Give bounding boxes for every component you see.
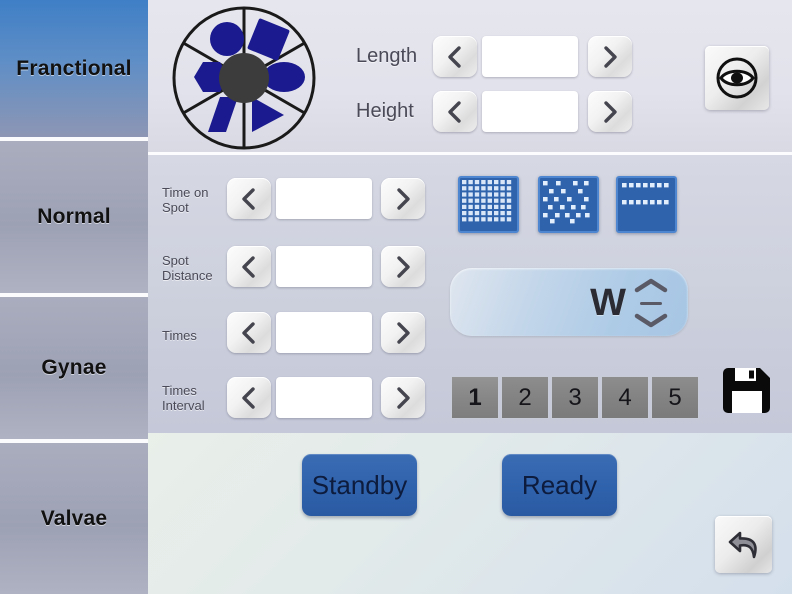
times-interval-input[interactable] bbox=[276, 377, 372, 418]
label-line-2: Distance bbox=[162, 268, 213, 283]
length-input[interactable] bbox=[482, 36, 578, 77]
height-increment-button[interactable] bbox=[588, 91, 632, 132]
two-rows-dots-icon bbox=[622, 183, 669, 205]
length-label: Length bbox=[356, 45, 418, 67]
time-on-spot-input[interactable] bbox=[276, 178, 372, 219]
preset-button-1[interactable]: 1 bbox=[451, 376, 499, 419]
preset-button-2[interactable]: 2 bbox=[501, 376, 549, 419]
times-label: Times bbox=[162, 328, 197, 343]
preset-button-3[interactable]: 3 bbox=[551, 376, 599, 419]
spot-distance-label: Spot Distance bbox=[162, 253, 213, 283]
chevron-down-icon bbox=[634, 313, 668, 328]
preset-label: 2 bbox=[518, 383, 532, 411]
label-line-1: Spot bbox=[162, 253, 189, 268]
standby-button[interactable]: Standby bbox=[302, 454, 417, 516]
length-increment-button[interactable] bbox=[588, 36, 632, 77]
times-input[interactable] bbox=[276, 312, 372, 353]
minus-icon bbox=[640, 301, 662, 305]
sidebar-item-valvae[interactable]: Valvae bbox=[0, 443, 148, 594]
wheel-shape-circle bbox=[210, 22, 244, 56]
times-interval-decrement-button[interactable] bbox=[227, 377, 271, 418]
label-line-1: Time on bbox=[162, 185, 209, 200]
times-increment-button[interactable] bbox=[381, 312, 425, 353]
sidebar-item-label: Valvae bbox=[40, 506, 108, 530]
wheel-shape-ellipse bbox=[263, 62, 305, 92]
label-line-2: Spot bbox=[162, 200, 189, 215]
eye-icon bbox=[716, 57, 758, 99]
power-unit-label: W bbox=[590, 282, 626, 324]
time-on-spot-label: Time on Spot bbox=[162, 185, 208, 215]
ready-button[interactable]: Ready bbox=[502, 454, 617, 516]
main-stage: Length Height Time on Spot Spot Distance… bbox=[148, 0, 792, 594]
preset-button-5[interactable]: 5 bbox=[651, 376, 699, 419]
time-on-spot-decrement-button[interactable] bbox=[227, 178, 271, 219]
sidebar-item-normal[interactable]: Normal bbox=[0, 141, 148, 297]
sidebar-item-label: Normal bbox=[37, 205, 111, 228]
back-button[interactable] bbox=[715, 516, 772, 573]
shape-and-size-panel: Length Height bbox=[148, 0, 792, 155]
chevron-right-icon bbox=[397, 255, 410, 278]
preset-button-4[interactable]: 4 bbox=[601, 376, 649, 419]
sidebar-item-label: Franctional bbox=[16, 56, 132, 80]
label-line-1: Times bbox=[162, 383, 197, 398]
times-interval-increment-button[interactable] bbox=[381, 377, 425, 418]
save-button[interactable] bbox=[718, 362, 776, 420]
dense-grid-icon bbox=[462, 180, 512, 222]
label-line-2: Interval bbox=[162, 398, 205, 413]
spot-distance-increment-button[interactable] bbox=[381, 246, 425, 287]
floppy-disk-icon bbox=[723, 368, 770, 413]
time-on-spot-increment-button[interactable] bbox=[381, 178, 425, 219]
height-decrement-button[interactable] bbox=[433, 91, 477, 132]
ready-label: Ready bbox=[521, 469, 598, 500]
sidebar-item-label: Gynae bbox=[41, 356, 107, 379]
machine-control-screen: Franctional Normal Gynae Valvae Length H… bbox=[0, 0, 792, 594]
shape-selector-wheel[interactable] bbox=[170, 4, 318, 152]
spot-distance-decrement-button[interactable] bbox=[227, 246, 271, 287]
mode-sidebar: Franctional Normal Gynae Valvae bbox=[0, 0, 148, 594]
chevron-left-icon bbox=[242, 255, 255, 278]
height-input[interactable] bbox=[482, 91, 578, 132]
preset-label: 3 bbox=[568, 383, 582, 411]
chevron-left-icon bbox=[448, 45, 461, 68]
preset-label: 1 bbox=[468, 383, 482, 411]
height-label: Height bbox=[356, 100, 414, 122]
standby-label: Standby bbox=[311, 469, 408, 500]
power-stepper[interactable] bbox=[632, 278, 670, 328]
times-decrement-button[interactable] bbox=[227, 312, 271, 353]
sidebar-item-franctional[interactable]: Franctional bbox=[0, 0, 148, 141]
chevron-right-icon bbox=[397, 386, 410, 409]
wheel-hub bbox=[219, 53, 269, 103]
power-control[interactable]: W bbox=[450, 268, 688, 336]
times-interval-label: Times Interval bbox=[162, 383, 205, 413]
wheel-shape-parallelogram bbox=[208, 97, 238, 132]
chevron-right-icon bbox=[397, 187, 410, 210]
spot-distance-input[interactable] bbox=[276, 246, 372, 287]
preset-label: 5 bbox=[668, 383, 682, 411]
chevron-left-icon bbox=[242, 386, 255, 409]
chevron-right-icon bbox=[604, 100, 617, 123]
chevron-up-icon bbox=[634, 278, 668, 293]
pattern-two-rows-button[interactable] bbox=[616, 176, 677, 233]
undo-arrow-icon bbox=[728, 531, 757, 558]
preset-label: 4 bbox=[618, 383, 632, 411]
chevron-left-icon bbox=[448, 100, 461, 123]
pattern-scattered-button[interactable] bbox=[538, 176, 599, 233]
scattered-dots-icon bbox=[543, 181, 590, 224]
chevron-right-icon bbox=[397, 321, 410, 344]
preview-button[interactable] bbox=[705, 46, 769, 110]
chevron-left-icon bbox=[242, 187, 255, 210]
chevron-right-icon bbox=[604, 45, 617, 68]
actions-panel bbox=[148, 433, 792, 594]
sidebar-item-gynae[interactable]: Gynae bbox=[0, 297, 148, 443]
chevron-left-icon bbox=[242, 321, 255, 344]
label-line-1: Times bbox=[162, 328, 197, 343]
wheel-shape-triangle bbox=[252, 97, 284, 132]
length-decrement-button[interactable] bbox=[433, 36, 477, 77]
pattern-dense-grid-button[interactable] bbox=[458, 176, 519, 233]
